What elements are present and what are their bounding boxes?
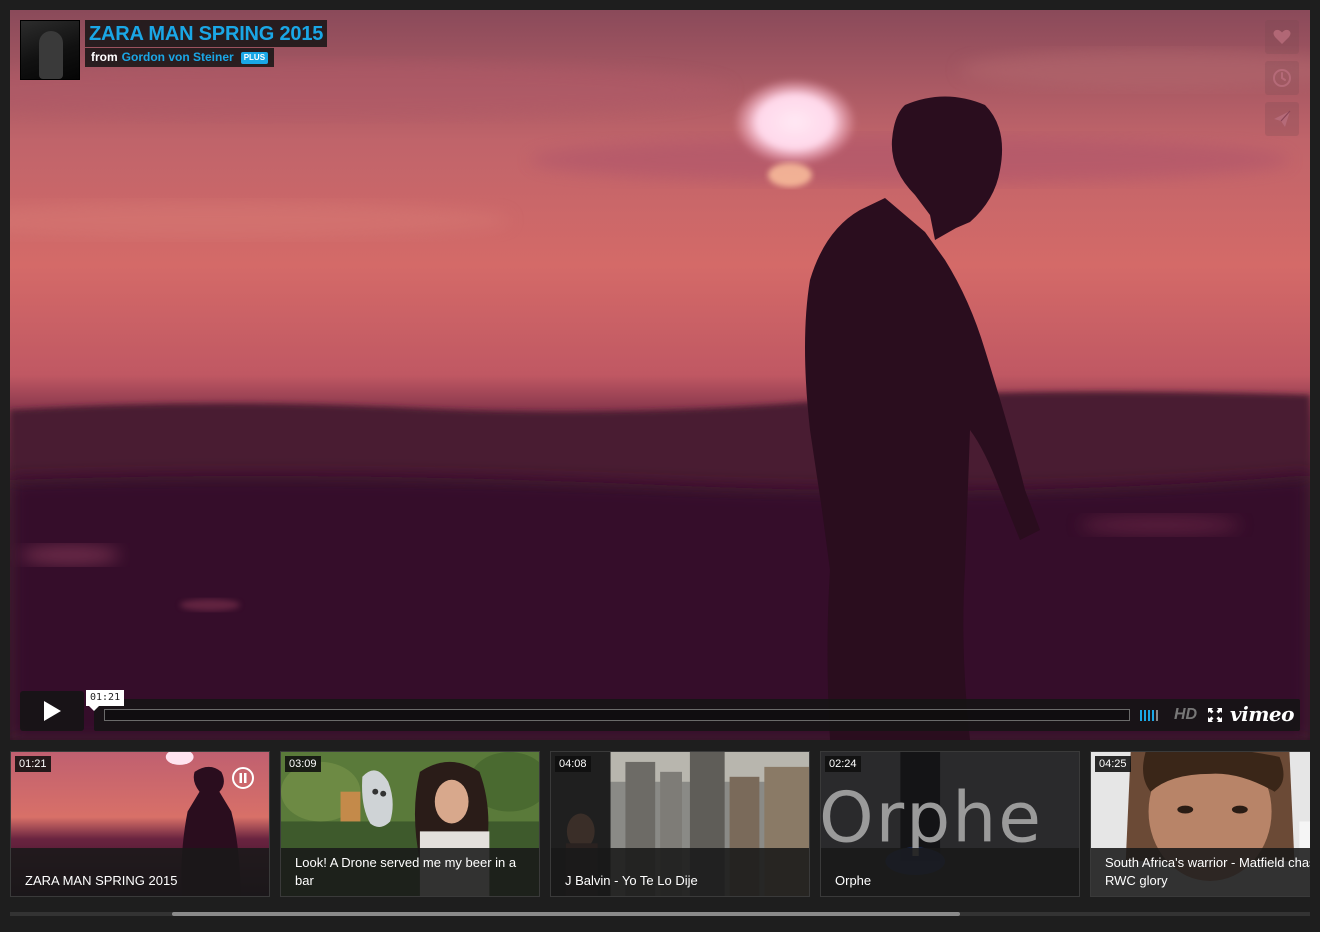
video-duration: 04:08 (555, 756, 591, 772)
author-link[interactable]: Gordon von Steiner (122, 48, 234, 67)
paper-plane-icon (1274, 110, 1291, 127)
video-duration: 01:21 (15, 756, 51, 772)
play-icon (44, 701, 61, 721)
video-duration: 04:25 (1095, 756, 1131, 772)
video-card-title[interactable]: ZARA MAN SPRING 2015 (11, 848, 269, 896)
fullscreen-icon[interactable] (1208, 708, 1222, 722)
pause-icon[interactable] (231, 766, 255, 790)
current-time-tooltip: 01:21 (86, 690, 125, 711)
author-avatar[interactable] (20, 20, 80, 80)
related-video-card[interactable]: 01:21 ZARA MAN SPRING 2015 (10, 751, 270, 897)
video-title-box[interactable]: ZARA MAN SPRING 2015 (85, 20, 328, 47)
video-title[interactable]: ZARA MAN SPRING 2015 (89, 23, 323, 45)
watch-later-button[interactable] (1265, 61, 1299, 95)
volume-control[interactable] (1140, 710, 1158, 721)
video-frame (10, 10, 1310, 740)
video-card-title[interactable]: J Balvin - Yo Te Lo Dije (551, 848, 809, 896)
progress-bar[interactable] (104, 709, 1130, 721)
related-video-card[interactable]: Orphe 02:24 Orphe (820, 751, 1080, 897)
plus-badge: PLUS (240, 51, 269, 64)
related-video-card[interactable]: 03:09 Look! A Drone served me my beer in… (280, 751, 540, 897)
play-button[interactable] (20, 691, 84, 731)
orphe-logo-text: Orphe (821, 778, 1043, 858)
related-videos-strip: 01:21 ZARA MAN SPRING 2015 03:09 Look! A… (10, 751, 1310, 897)
video-card-title[interactable]: South Africa's warrior - Matfield chas R… (1091, 848, 1310, 896)
video-card-title[interactable]: Orphe (821, 848, 1079, 896)
video-player[interactable]: ZARA MAN SPRING 2015 from Gordon von Ste… (10, 10, 1310, 740)
byline: from Gordon von Steiner PLUS (85, 48, 275, 67)
strip-scrollbar-thumb[interactable] (172, 912, 960, 916)
video-duration: 03:09 (285, 756, 321, 772)
share-button[interactable] (1265, 102, 1299, 136)
like-button[interactable] (1265, 20, 1299, 54)
heart-icon (1273, 29, 1291, 44)
hd-toggle[interactable]: HD (1174, 704, 1197, 726)
clock-icon (1273, 69, 1291, 87)
video-duration: 02:24 (825, 756, 861, 772)
vimeo-logo[interactable]: vimeo (1230, 702, 1294, 726)
video-card-title[interactable]: Look! A Drone served me my beer in a bar (281, 848, 539, 896)
control-bar: HD vimeo (94, 699, 1300, 731)
related-video-card[interactable]: 04:25 South Africa's warrior - Matfield … (1090, 751, 1310, 897)
related-video-card[interactable]: 04:08 J Balvin - Yo Te Lo Dije (550, 751, 810, 897)
byline-from-label: from (91, 50, 118, 64)
